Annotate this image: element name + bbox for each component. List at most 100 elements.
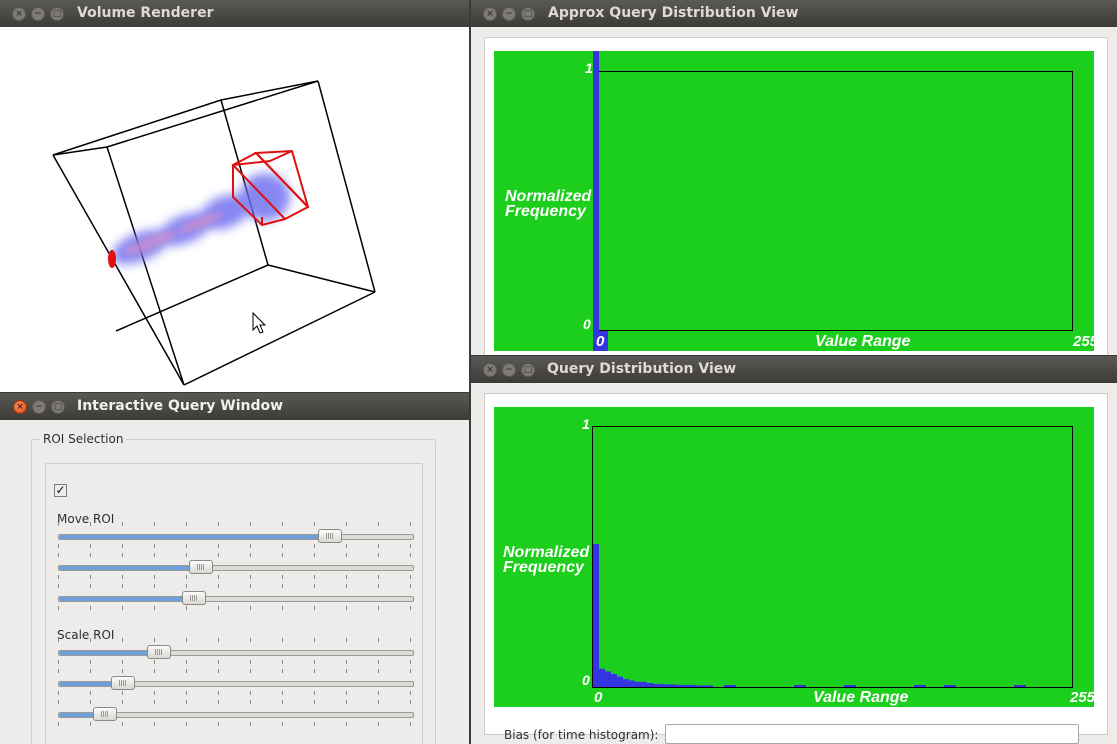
slider-tick [250, 669, 251, 673]
slider-tick [218, 553, 219, 557]
volume-renderer-titlebar[interactable]: × − □ Volume Renderer [0, 0, 469, 27]
slider-tick [58, 584, 59, 588]
slider-tick [314, 669, 315, 673]
slider-tick [122, 606, 123, 610]
slider-tick [314, 638, 315, 642]
slider-tick [346, 638, 347, 642]
slider-tick [186, 544, 187, 548]
slider-tick [186, 553, 187, 557]
slider-track[interactable] [58, 596, 414, 602]
volume-render-view[interactable] [0, 27, 469, 392]
slider-tick [410, 575, 411, 579]
slider-tick [186, 522, 187, 526]
slider-track[interactable] [58, 565, 414, 571]
slider-tick [154, 669, 155, 673]
slider-tick [122, 722, 123, 726]
maximize-icon[interactable]: □ [521, 363, 535, 377]
query-window-titlebar[interactable]: × − □ Interactive Query Window [0, 393, 469, 420]
move-roi-slider[interactable] [58, 584, 414, 610]
query-titlebar[interactable]: × − □ Query Distribution View [471, 356, 1117, 383]
slider-tick [346, 700, 347, 704]
slider-tick [378, 522, 379, 526]
scale-roi-slider[interactable] [58, 638, 414, 664]
slider-tick [58, 606, 59, 610]
slider-tick [346, 669, 347, 673]
slider-tick [410, 584, 411, 588]
slider-tick [122, 575, 123, 579]
slider-tick [250, 638, 251, 642]
slider-tick [218, 669, 219, 673]
slider-tick [122, 522, 123, 526]
slider-fill [59, 651, 159, 655]
slider-tick [154, 691, 155, 695]
query-distribution-window: × − □ Query Distribution View 1 0 0 255 … [471, 356, 1117, 744]
plot-frame [593, 71, 1073, 331]
histogram-bar [695, 685, 701, 687]
y-axis-label-line2: Frequency [503, 559, 584, 576]
slider-tick [346, 722, 347, 726]
maximize-icon[interactable]: □ [521, 7, 535, 21]
slider-handle[interactable] [93, 707, 118, 721]
close-icon[interactable]: × [483, 7, 497, 21]
close-icon[interactable]: × [12, 7, 26, 21]
minimize-icon[interactable]: − [502, 363, 516, 377]
histogram-bar [593, 544, 599, 687]
slider-tick [58, 544, 59, 548]
slider-tick [346, 544, 347, 548]
minimize-icon[interactable]: − [502, 7, 516, 21]
slider-handle[interactable] [111, 676, 136, 690]
slider-tick [218, 544, 219, 548]
slider-tick [58, 722, 59, 726]
slider-tick [90, 606, 91, 610]
slider-tick [122, 544, 123, 548]
slider-tick [410, 722, 411, 726]
approx-titlebar[interactable]: × − □ Approx Query Distribution View [471, 0, 1117, 27]
bias-input[interactable] [665, 724, 1079, 744]
slider-tick [282, 660, 283, 664]
slider-tick [378, 606, 379, 610]
move-roi-slider[interactable] [58, 522, 414, 548]
slider-tick [378, 722, 379, 726]
slider-tick [378, 544, 379, 548]
slider-tick [410, 544, 411, 548]
slider-track[interactable] [58, 534, 414, 540]
histogram-bar [593, 51, 599, 351]
move-roi-slider[interactable] [58, 553, 414, 579]
bounding-cube [52, 80, 376, 386]
maximize-icon[interactable]: □ [51, 400, 65, 414]
slider-tick [250, 522, 251, 526]
slider-tick [378, 553, 379, 557]
slider-handle[interactable] [189, 560, 214, 574]
slider-tick [154, 606, 155, 610]
slider-tick [378, 638, 379, 642]
histogram-bar [844, 685, 856, 687]
slider-fill [59, 535, 329, 539]
render-canvas[interactable] [0, 27, 469, 392]
slider-tick [186, 584, 187, 588]
slider-ticks [58, 638, 414, 642]
slider-tick [58, 575, 59, 579]
slider-tick [122, 660, 123, 664]
slider-tick [250, 584, 251, 588]
slider-tick [282, 722, 283, 726]
maximize-icon[interactable]: □ [50, 7, 64, 21]
scale-roi-slider[interactable] [58, 669, 414, 695]
slider-tick [218, 584, 219, 588]
slider-tick [346, 553, 347, 557]
slider-track[interactable] [58, 650, 414, 656]
slider-tick [314, 575, 315, 579]
slider-handle[interactable] [317, 529, 342, 543]
slider-handle[interactable] [182, 591, 207, 605]
slider-ticks [58, 584, 414, 588]
scale-roi-slider[interactable] [58, 700, 414, 726]
slider-ticks [58, 522, 414, 526]
slider-tick [250, 575, 251, 579]
slider-ticks [58, 669, 414, 673]
slider-tick [410, 522, 411, 526]
minimize-icon[interactable]: − [32, 400, 46, 414]
close-icon[interactable]: × [13, 400, 27, 414]
histogram-bar [677, 684, 683, 687]
minimize-icon[interactable]: − [31, 7, 45, 21]
slider-handle[interactable] [146, 645, 171, 659]
close-icon[interactable]: × [483, 363, 497, 377]
